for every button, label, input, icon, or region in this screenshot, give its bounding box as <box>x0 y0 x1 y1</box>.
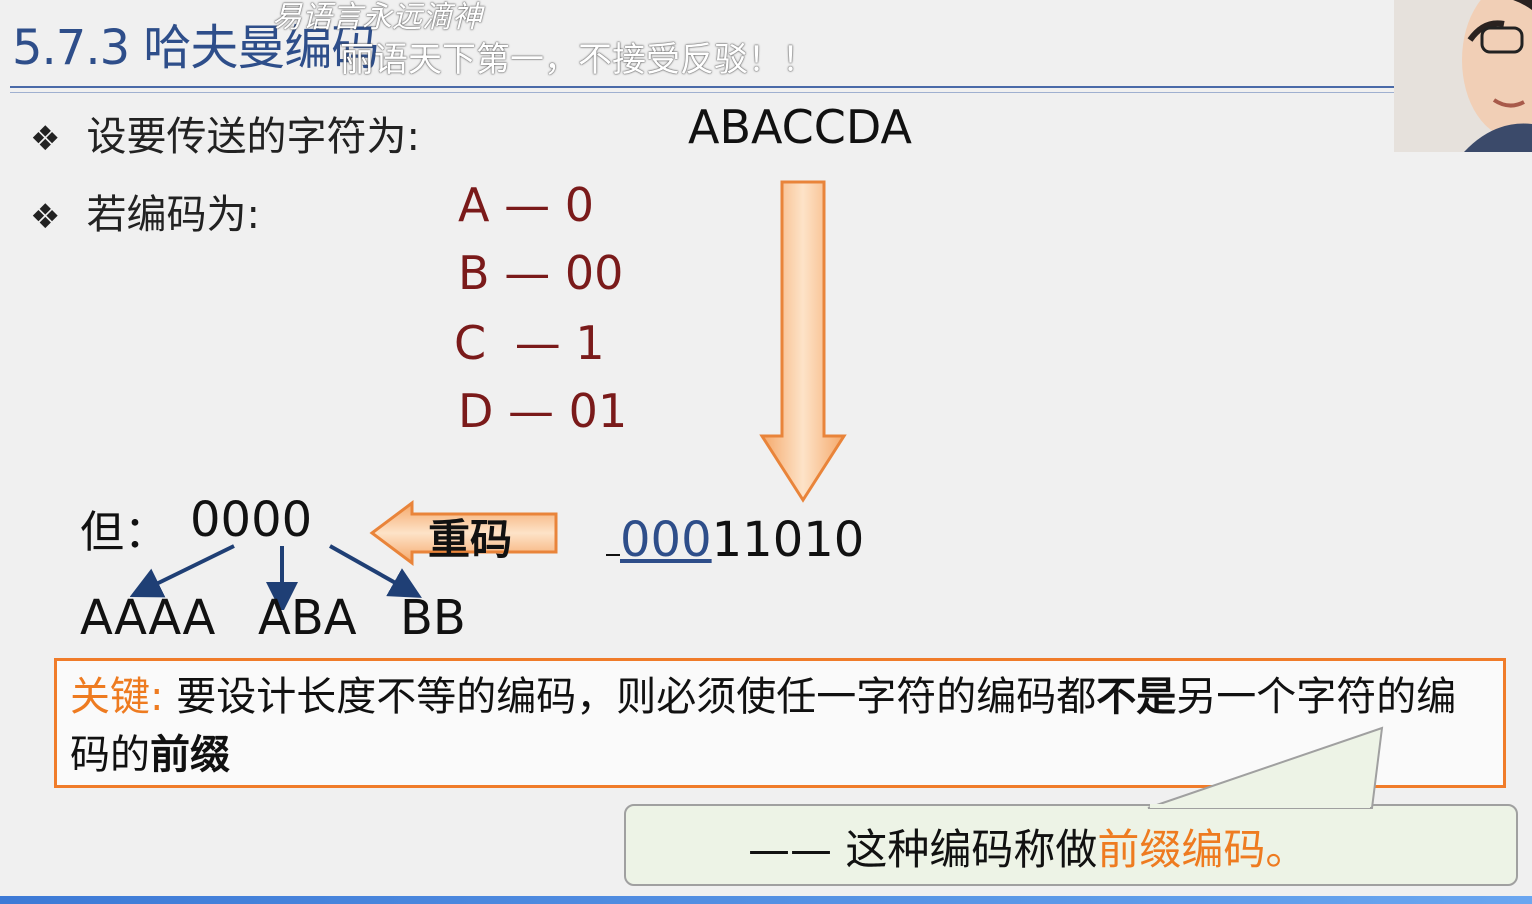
encoded-prefix: 000 <box>620 512 712 568</box>
code-dash: — <box>508 384 555 438</box>
presenter-face-icon <box>1394 0 1532 152</box>
note-main: 这种编码称做 <box>832 825 1098 874</box>
encoded-rest: 11010 <box>711 512 865 568</box>
diamond-bullet-icon: ❖ <box>30 197 61 237</box>
diamond-bullet-icon: ❖ <box>30 119 61 159</box>
title-divider-thin <box>10 92 1394 93</box>
bubble-tail <box>1147 726 1384 809</box>
ambiguity-label: 重码 <box>428 515 513 564</box>
danmaku-comment-2: 丽语天下第一，不接受反驳！！ <box>340 40 816 80</box>
code-dash: — <box>504 246 551 300</box>
note-highlight: 前缀编码 <box>1097 825 1266 874</box>
note-text: —— 这种编码称做前缀编码。 <box>748 816 1307 877</box>
key-text-1: 要设计长度不等的编码，则必须使任一字符的编码都 <box>176 674 1097 720</box>
bullet-characters-label: 设要传送的字符为: <box>86 114 420 160</box>
key-bold-1: 不是 <box>1096 674 1177 720</box>
key-bold-2: 前缀 <box>150 732 230 778</box>
code-value: 1 <box>575 316 605 370</box>
bottom-bar <box>0 896 1532 904</box>
code-char: A <box>458 178 490 232</box>
decoding-option-1: AAAA <box>80 590 216 646</box>
note-end: 。 <box>1265 825 1308 874</box>
presenter-webcam <box>1394 0 1532 152</box>
code-row-a: A — 0 <box>458 178 594 232</box>
danmaku-comment-1: 易语言永远滴神 <box>272 0 482 35</box>
decoding-option-2: ABA <box>258 590 357 646</box>
decoding-option-3: BB <box>400 590 466 646</box>
code-char: D <box>458 384 494 438</box>
code-dash: — <box>514 316 561 370</box>
key-prefix: 关键: <box>70 674 164 720</box>
code-char: C <box>454 316 487 370</box>
bullet-encoding-label: 若编码为: <box>86 192 260 238</box>
encoded-bitstring: 00011010 <box>606 512 864 568</box>
code-row-b: B — 00 <box>458 246 623 300</box>
note-dash: —— <box>748 825 832 874</box>
code-row-d: D — 01 <box>458 384 627 438</box>
code-value: 0 <box>564 178 594 232</box>
code-row-c: C — 1 <box>454 316 605 370</box>
code-value: 00 <box>564 246 624 300</box>
message-string: ABACCDA <box>688 100 913 154</box>
title-divider <box>10 86 1394 88</box>
code-dash: — <box>504 178 551 232</box>
code-char: B <box>458 246 490 300</box>
down-arrow-icon <box>759 180 847 503</box>
code-value: 01 <box>568 384 628 438</box>
bullet-characters: ❖ 设要传送的字符为: <box>30 104 420 162</box>
bullet-encoding: ❖ 若编码为: <box>30 182 260 240</box>
